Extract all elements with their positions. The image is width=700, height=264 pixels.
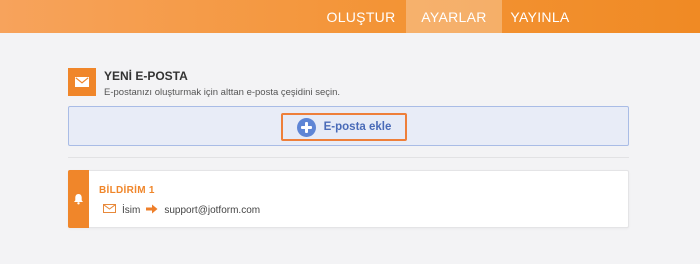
notification-route: İsim support@jotform.com bbox=[103, 203, 260, 217]
divider bbox=[68, 157, 629, 158]
envelope-icon bbox=[68, 68, 96, 96]
bell-icon bbox=[68, 170, 89, 228]
add-email-label: E-posta ekle bbox=[323, 121, 392, 133]
notification-to: support@jotform.com bbox=[164, 204, 261, 216]
notification-card[interactable] bbox=[68, 170, 629, 228]
envelope-icon bbox=[103, 204, 116, 216]
section-subtitle: E-postanızı oluşturmak için alttan e-pos… bbox=[104, 87, 341, 98]
arrow-right-icon bbox=[146, 204, 158, 217]
notification-title: BİLDİRİM 1 bbox=[99, 185, 155, 196]
section-title: YENİ E-POSTA bbox=[104, 69, 188, 83]
plus-circle-icon bbox=[296, 117, 316, 137]
notification-from: İsim bbox=[122, 204, 141, 216]
tab-yayinla[interactable]: YAYINLA bbox=[502, 0, 578, 33]
tab-ayarlar[interactable]: AYARLAR bbox=[406, 0, 502, 33]
tab-olustur[interactable]: OLUŞTUR bbox=[316, 0, 406, 33]
top-nav-bar: OLUŞTUR AYARLAR YAYINLA bbox=[0, 0, 700, 33]
add-email-button[interactable]: E-posta ekle bbox=[281, 113, 407, 141]
